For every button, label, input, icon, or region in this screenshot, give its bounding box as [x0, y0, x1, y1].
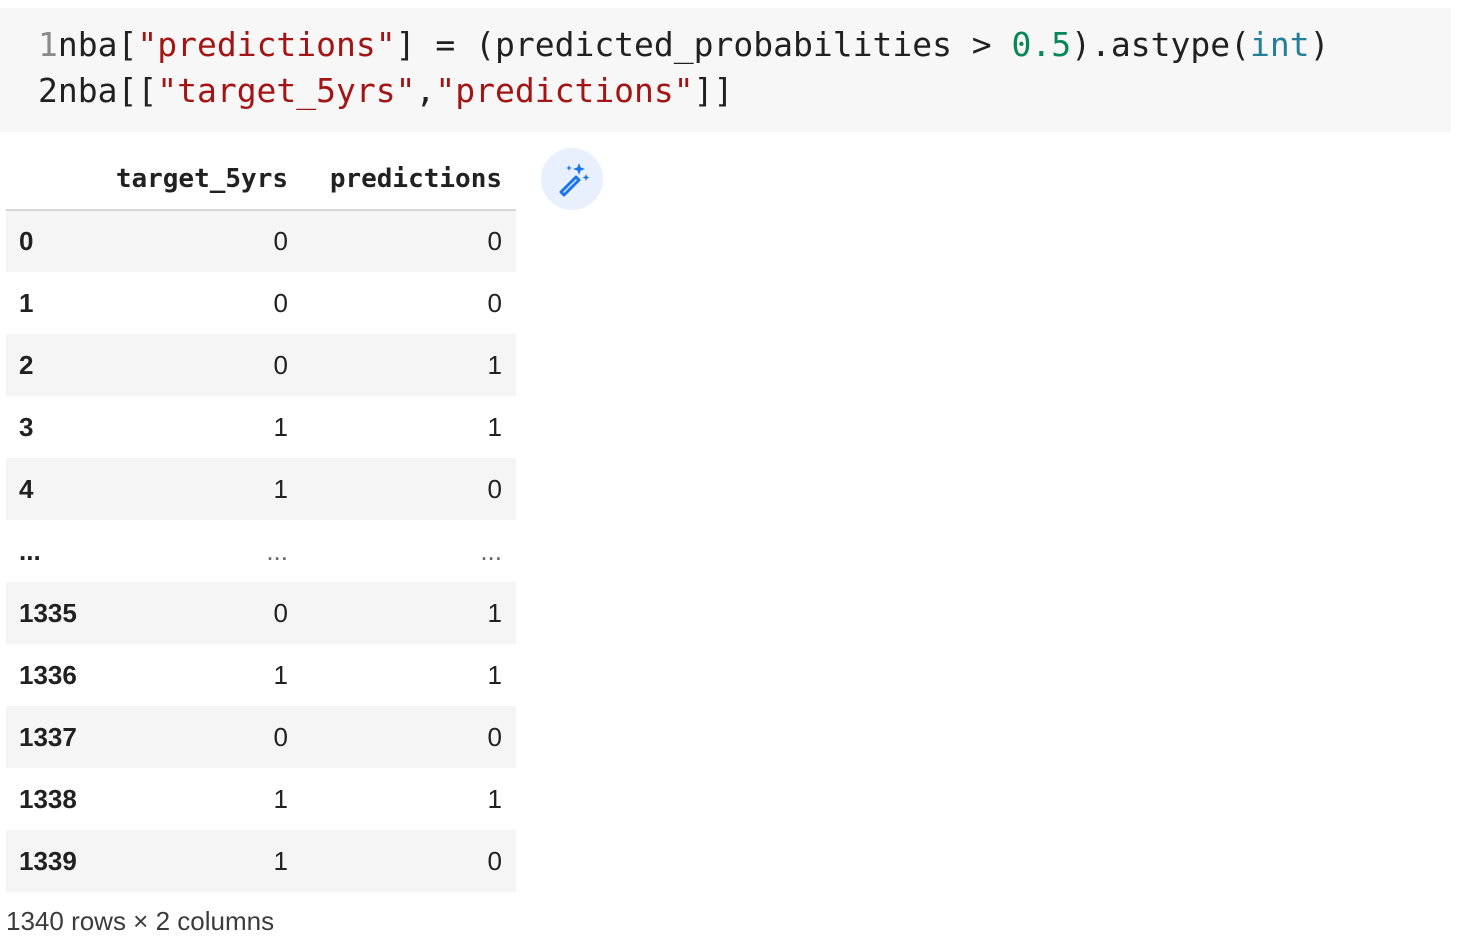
- table-row: 1339 1 0: [6, 830, 516, 892]
- row-index: 2: [19, 349, 34, 380]
- cell-target-5yrs: 1: [273, 473, 288, 504]
- table-header-row: target_5yrs predictions: [6, 148, 516, 211]
- code-token: ]]: [693, 71, 734, 110]
- dataframe-table: target_5yrs predictions 0 0 0 1 0 0 2 0 …: [6, 148, 516, 892]
- row-index: 1337: [19, 721, 77, 752]
- table-row: 3 1 1: [6, 396, 516, 458]
- row-index: 1336: [19, 659, 77, 690]
- code-token: ).astype(: [1071, 25, 1250, 64]
- table-row: 0 0 0: [6, 210, 516, 272]
- code-token: nba[: [57, 25, 138, 64]
- cell-predictions: 0: [487, 721, 502, 752]
- row-index: ...: [19, 535, 41, 566]
- cell-predictions: 1: [487, 411, 502, 442]
- table-row: 1337 0 0: [6, 706, 516, 768]
- cell-target-5yrs: 1: [273, 845, 288, 876]
- magic-wand-icon: [559, 163, 590, 197]
- magic-wand-button[interactable]: [541, 148, 603, 210]
- code-string: "target_5yrs": [157, 71, 416, 110]
- row-index: 4: [19, 473, 34, 504]
- cell-target-5yrs: 1: [273, 659, 288, 690]
- cell-predictions: 0: [487, 845, 502, 876]
- table-row: 4 1 0: [6, 458, 516, 520]
- index-header: [6, 148, 102, 211]
- table-row: 1 0 0: [6, 272, 516, 334]
- cell-target-5yrs: 0: [273, 226, 288, 256]
- cell-target-5yrs: 1: [273, 411, 288, 442]
- column-header-predictions: predictions: [300, 148, 516, 211]
- line-number: 2: [38, 71, 58, 110]
- cell-predictions: ...: [480, 535, 502, 566]
- cell-target-5yrs: ...: [266, 535, 288, 566]
- table-row: 1336 1 1: [6, 644, 516, 706]
- line-number: 1: [38, 25, 58, 64]
- code-number: 0.5: [1011, 25, 1072, 64]
- code-builtin: int: [1249, 25, 1310, 64]
- code-string: "predictions": [137, 25, 396, 64]
- row-index: 3: [19, 411, 34, 442]
- table-row: 1338 1 1: [6, 768, 516, 830]
- row-index: 1: [19, 287, 34, 318]
- cell-predictions: 1: [487, 597, 502, 628]
- cell-predictions: 0: [487, 287, 502, 318]
- code-token: ] = (predicted_probabilities >: [395, 25, 1012, 64]
- cell-predictions: 1: [487, 783, 502, 814]
- cell-predictions: 0: [487, 473, 502, 504]
- code-string: "predictions": [435, 71, 694, 110]
- cell-predictions: 1: [487, 659, 502, 690]
- dataframe-shape: 1340 rows × 2 columns: [6, 906, 275, 936]
- table-row: 1335 0 1: [6, 582, 516, 644]
- cell-target-5yrs: 1: [273, 783, 288, 814]
- code-token: ): [1309, 25, 1330, 64]
- row-index: 1338: [19, 783, 77, 814]
- table-row-ellipsis: ... ... ...: [6, 520, 516, 582]
- row-index: 1335: [19, 597, 77, 628]
- cell-target-5yrs: 0: [273, 349, 288, 380]
- cell-predictions: 1: [487, 349, 502, 380]
- cell-target-5yrs: 0: [273, 721, 288, 752]
- code-cell[interactable]: 1nba["predictions"] = (predicted_probabi…: [0, 8, 1451, 132]
- code-line-2[interactable]: 2nba[["target_5yrs","predictions"]]: [38, 68, 733, 114]
- column-header-target-5yrs: target_5yrs: [102, 148, 300, 211]
- row-index: 1339: [19, 845, 77, 876]
- cell-target-5yrs: 0: [273, 597, 288, 628]
- cell-target-5yrs: 0: [273, 287, 288, 318]
- cell-predictions: 0: [487, 226, 502, 256]
- code-line-1[interactable]: 1nba["predictions"] = (predicted_probabi…: [38, 22, 1329, 68]
- code-token: ,: [415, 71, 436, 110]
- row-index: 0: [19, 226, 34, 256]
- code-token: nba[[: [57, 71, 158, 110]
- table-row: 2 0 1: [6, 334, 516, 396]
